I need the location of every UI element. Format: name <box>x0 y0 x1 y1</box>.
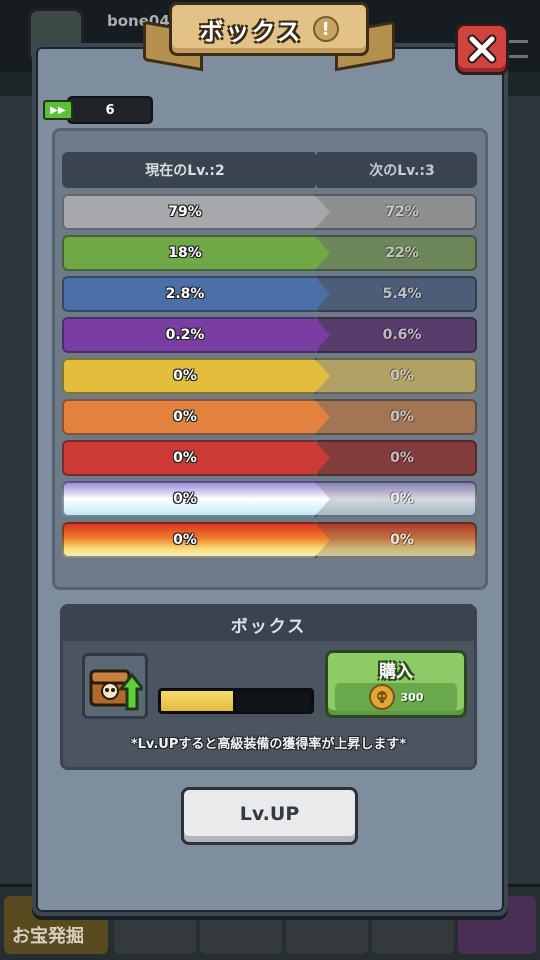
current-level-header: 現在のLv.:2 <box>62 152 330 188</box>
rarity-row: 0% 0% <box>62 481 477 517</box>
current-level-rate: 0% <box>62 440 330 476</box>
box-level-progress-bar <box>158 688 314 714</box>
close-button[interactable] <box>455 23 509 75</box>
skull-coin-icon <box>368 684 395 710</box>
level-up-note: *Lv.UPすると高級装備の獲得率が上昇します* <box>130 737 407 752</box>
box-section-header: ボックス <box>63 607 474 641</box>
ticket-counter: ▶▶ 6 <box>43 96 153 124</box>
rarity-row: 0% 0% <box>62 358 477 394</box>
next-level-rate: 5.4% <box>317 276 477 312</box>
close-x-icon <box>467 34 497 64</box>
buy-label: 購入 <box>379 662 413 682</box>
treasure-chest-icon <box>89 669 143 711</box>
next-level-rate: 0% <box>317 399 477 435</box>
bottom-tab-label: お宝発掘 <box>12 926 84 947</box>
current-level-rate: 0% <box>62 358 330 394</box>
background-right-panel <box>504 96 540 896</box>
current-level-rate: 2.8% <box>62 276 330 312</box>
next-level-rate: 22% <box>317 235 477 271</box>
rarity-row: 5.4% 2.8% <box>62 276 477 312</box>
current-level-rate: 18% <box>62 235 330 271</box>
next-level-rate: 0% <box>317 522 477 558</box>
current-level-rate: 0.2% <box>62 317 330 353</box>
table-header-row: 次のLv.:3 現在のLv.:2 <box>62 152 477 188</box>
rarity-row: 0% 0% <box>62 399 477 435</box>
ticket-icon: ▶▶ <box>43 100 73 120</box>
next-level-rate: 0% <box>317 358 477 394</box>
banner-plate: ボックス ! <box>169 2 369 56</box>
buy-button[interactable]: 購入 300 <box>325 650 467 718</box>
next-level-rate: 0% <box>317 481 477 517</box>
rarity-row: 22% 18% <box>62 235 477 271</box>
current-level-rate: 0% <box>62 522 330 558</box>
next-level-rate: 0% <box>317 440 477 476</box>
level-up-button[interactable]: Lv.UP <box>181 787 358 845</box>
dialog-title-banner: ボックス ! <box>143 0 395 72</box>
buy-price: 300 <box>335 683 457 711</box>
next-level-rate: 72% <box>317 194 477 230</box>
current-level-rate: 0% <box>62 481 330 517</box>
info-icon[interactable]: ! <box>312 16 339 42</box>
next-level-rate: 0.6% <box>317 317 477 353</box>
current-level-rate: 79% <box>62 194 330 230</box>
menu-icon <box>506 40 528 58</box>
dialog-title: ボックス <box>199 17 303 46</box>
rarity-row: 0.6% 0.2% <box>62 317 477 353</box>
ticket-count: 6 <box>67 96 153 124</box>
rarity-row: 0% 0% <box>62 522 477 558</box>
chest-upgrade-icon <box>82 653 148 719</box>
rarity-row: 72% 79% <box>62 194 477 230</box>
next-level-header: 次のLv.:3 <box>317 152 477 188</box>
current-level-rate: 0% <box>62 399 330 435</box>
price-value: 300 <box>400 690 424 704</box>
rarity-row: 0% 0% <box>62 440 477 476</box>
progress-fill <box>161 691 236 711</box>
